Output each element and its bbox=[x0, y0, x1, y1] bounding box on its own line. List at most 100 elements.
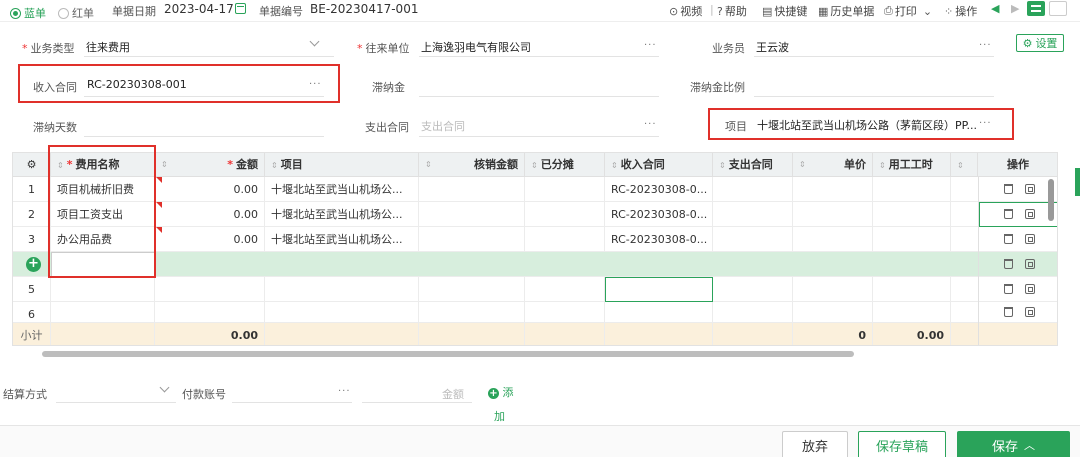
expense-contract-input[interactable]: 支出合同 bbox=[421, 118, 465, 134]
side-tab-marker[interactable] bbox=[1075, 168, 1080, 196]
late-days-input[interactable] bbox=[84, 136, 324, 137]
add-row[interactable]: + bbox=[13, 252, 1057, 277]
add-row-icon[interactable]: + bbox=[26, 257, 41, 272]
header-expense-contract[interactable]: ⇕ 支出合同 bbox=[713, 153, 793, 177]
header-income-contract[interactable]: ⇕ 收入合同 bbox=[605, 153, 713, 177]
business-type-value[interactable]: 往来费用 bbox=[86, 39, 130, 55]
header-amount[interactable]: ⇕ * 金额 bbox=[155, 153, 265, 177]
history-button[interactable]: ▦ 历史单据 bbox=[818, 3, 874, 19]
delete-icon[interactable] bbox=[1003, 184, 1013, 194]
expense-contract-cell[interactable] bbox=[713, 277, 793, 302]
header-unit-price[interactable]: ⇕ 单价 bbox=[793, 153, 873, 177]
income-contract-cell[interactable]: RC-20230308-0... bbox=[605, 177, 713, 202]
work-hours-cell[interactable] bbox=[873, 202, 951, 227]
copy-icon[interactable] bbox=[1024, 259, 1035, 269]
next-arrow-icon[interactable]: ▶ bbox=[1011, 2, 1019, 15]
more-icon[interactable]: ··· bbox=[309, 79, 322, 90]
expense-contract-cell[interactable] bbox=[713, 202, 793, 227]
save-button[interactable]: 保存 ︿ bbox=[957, 431, 1070, 457]
prev-arrow-icon[interactable]: ◀ bbox=[991, 2, 999, 15]
work-hours-cell[interactable] bbox=[873, 227, 951, 252]
writeoff-cell[interactable] bbox=[419, 277, 525, 302]
header-project[interactable]: ⇕ 项目 bbox=[265, 153, 419, 177]
more-icon[interactable]: ··· bbox=[979, 40, 992, 51]
table-row[interactable]: 5 bbox=[13, 277, 1057, 302]
amount-cell[interactable]: 0.00 bbox=[155, 202, 265, 227]
writeoff-cell[interactable] bbox=[419, 202, 525, 227]
allocated-cell[interactable] bbox=[525, 177, 605, 202]
card-view-icon[interactable] bbox=[1049, 1, 1067, 16]
project-cell[interactable]: 十堰北站至武当山机场公... bbox=[265, 177, 419, 202]
discard-button[interactable]: 放弃 bbox=[782, 431, 848, 457]
header-allocated[interactable]: ⇕ 已分摊 bbox=[525, 153, 605, 177]
allocated-cell[interactable] bbox=[525, 277, 605, 302]
blue-order-radio[interactable]: 蓝单 bbox=[10, 5, 46, 21]
header-work-hours[interactable]: ⇕ 用工工时 bbox=[873, 153, 951, 177]
print-button[interactable]: ⎙ 打印 ⌄ bbox=[884, 3, 932, 19]
calendar-icon[interactable] bbox=[235, 3, 246, 14]
delete-icon[interactable] bbox=[1003, 259, 1013, 269]
delete-icon[interactable] bbox=[1003, 307, 1013, 317]
amount-cell[interactable] bbox=[155, 277, 265, 302]
help-button[interactable]: ? 帮助 bbox=[717, 3, 747, 19]
settings-button[interactable]: ⚙ 设置 bbox=[1016, 34, 1064, 52]
unit-price-cell[interactable] bbox=[793, 202, 873, 227]
late-fee-ratio-input[interactable] bbox=[754, 96, 994, 97]
project-cell[interactable]: 十堰北站至武当山机场公... bbox=[265, 202, 419, 227]
vertical-scrollbar[interactable] bbox=[1048, 179, 1054, 221]
expense-name-cell[interactable] bbox=[51, 277, 155, 302]
header-writeoff[interactable]: ⇕ 核销金额 bbox=[419, 153, 525, 177]
copy-icon[interactable] bbox=[1024, 284, 1035, 294]
late-fee-input[interactable] bbox=[419, 96, 659, 97]
delete-icon[interactable] bbox=[1003, 284, 1013, 294]
more-icon[interactable]: ··· bbox=[338, 386, 351, 397]
project-cell[interactable]: 十堰北站至武当山机场公... bbox=[265, 227, 419, 252]
delete-icon[interactable] bbox=[1003, 209, 1013, 219]
partner-value[interactable]: 上海逸羽电气有限公司 bbox=[421, 39, 531, 55]
income-contract-cell[interactable]: RC-20230308-0... bbox=[605, 202, 713, 227]
delete-icon[interactable] bbox=[1003, 234, 1013, 244]
amount-cell[interactable]: 0.00 bbox=[155, 227, 265, 252]
writeoff-cell[interactable] bbox=[419, 177, 525, 202]
table-row[interactable]: 1 项目机械折旧费 0.00 十堰北站至武当山机场公... RC-2023030… bbox=[13, 177, 1057, 202]
chevron-down-icon[interactable] bbox=[159, 382, 170, 393]
table-row[interactable]: 2 项目工资支出 0.00 十堰北站至武当山机场公... RC-20230308… bbox=[13, 202, 1057, 227]
unit-price-cell[interactable] bbox=[793, 177, 873, 202]
expense-contract-cell[interactable] bbox=[713, 177, 793, 202]
work-hours-cell[interactable] bbox=[873, 277, 951, 302]
copy-icon[interactable] bbox=[1024, 234, 1035, 244]
more-icon[interactable]: ··· bbox=[644, 119, 657, 130]
copy-icon[interactable] bbox=[1024, 184, 1035, 194]
column-settings-icon[interactable]: ⚙ bbox=[13, 153, 51, 177]
allocated-cell[interactable] bbox=[525, 227, 605, 252]
chevron-down-icon[interactable] bbox=[309, 36, 320, 47]
amount-cell[interactable]: 0.00 bbox=[155, 177, 265, 202]
income-contract-value[interactable]: RC-20230308-001 bbox=[87, 78, 187, 91]
amount-input[interactable]: 金额 bbox=[442, 386, 464, 402]
writeoff-cell[interactable] bbox=[419, 227, 525, 252]
more-icon[interactable]: ··· bbox=[979, 118, 992, 129]
date-value[interactable]: 2023-04-17 bbox=[164, 2, 234, 16]
expense-contract-cell[interactable] bbox=[713, 227, 793, 252]
copy-icon[interactable] bbox=[1024, 307, 1035, 317]
add-payment-button[interactable]: + 添 bbox=[488, 384, 514, 400]
video-button[interactable]: ⊙ 视频 bbox=[669, 3, 702, 19]
unit-price-cell[interactable] bbox=[793, 277, 873, 302]
operation-button[interactable]: ⁘ 操作 bbox=[944, 3, 977, 19]
horizontal-scrollbar[interactable] bbox=[42, 351, 854, 357]
header-sort-more[interactable]: ⇕ bbox=[951, 153, 978, 177]
allocated-cell[interactable] bbox=[525, 202, 605, 227]
project-value[interactable]: 十堰北站至武当山机场公路（茅箭区段）PP... bbox=[757, 117, 977, 133]
save-draft-button[interactable]: 保存草稿 bbox=[858, 431, 946, 457]
red-order-radio[interactable]: 红单 bbox=[58, 5, 94, 21]
account-input[interactable] bbox=[232, 402, 352, 403]
add-payment-label[interactable]: 加 bbox=[494, 408, 505, 424]
unit-price-cell[interactable] bbox=[793, 227, 873, 252]
more-icon[interactable]: ··· bbox=[644, 40, 657, 51]
settle-method-select[interactable] bbox=[56, 402, 176, 403]
project-cell[interactable] bbox=[265, 277, 419, 302]
work-hours-cell[interactable] bbox=[873, 177, 951, 202]
list-view-icon[interactable] bbox=[1027, 1, 1045, 16]
income-contract-cell[interactable]: RC-20230308-0... bbox=[605, 227, 713, 252]
salesman-value[interactable]: 王云波 bbox=[756, 39, 789, 55]
